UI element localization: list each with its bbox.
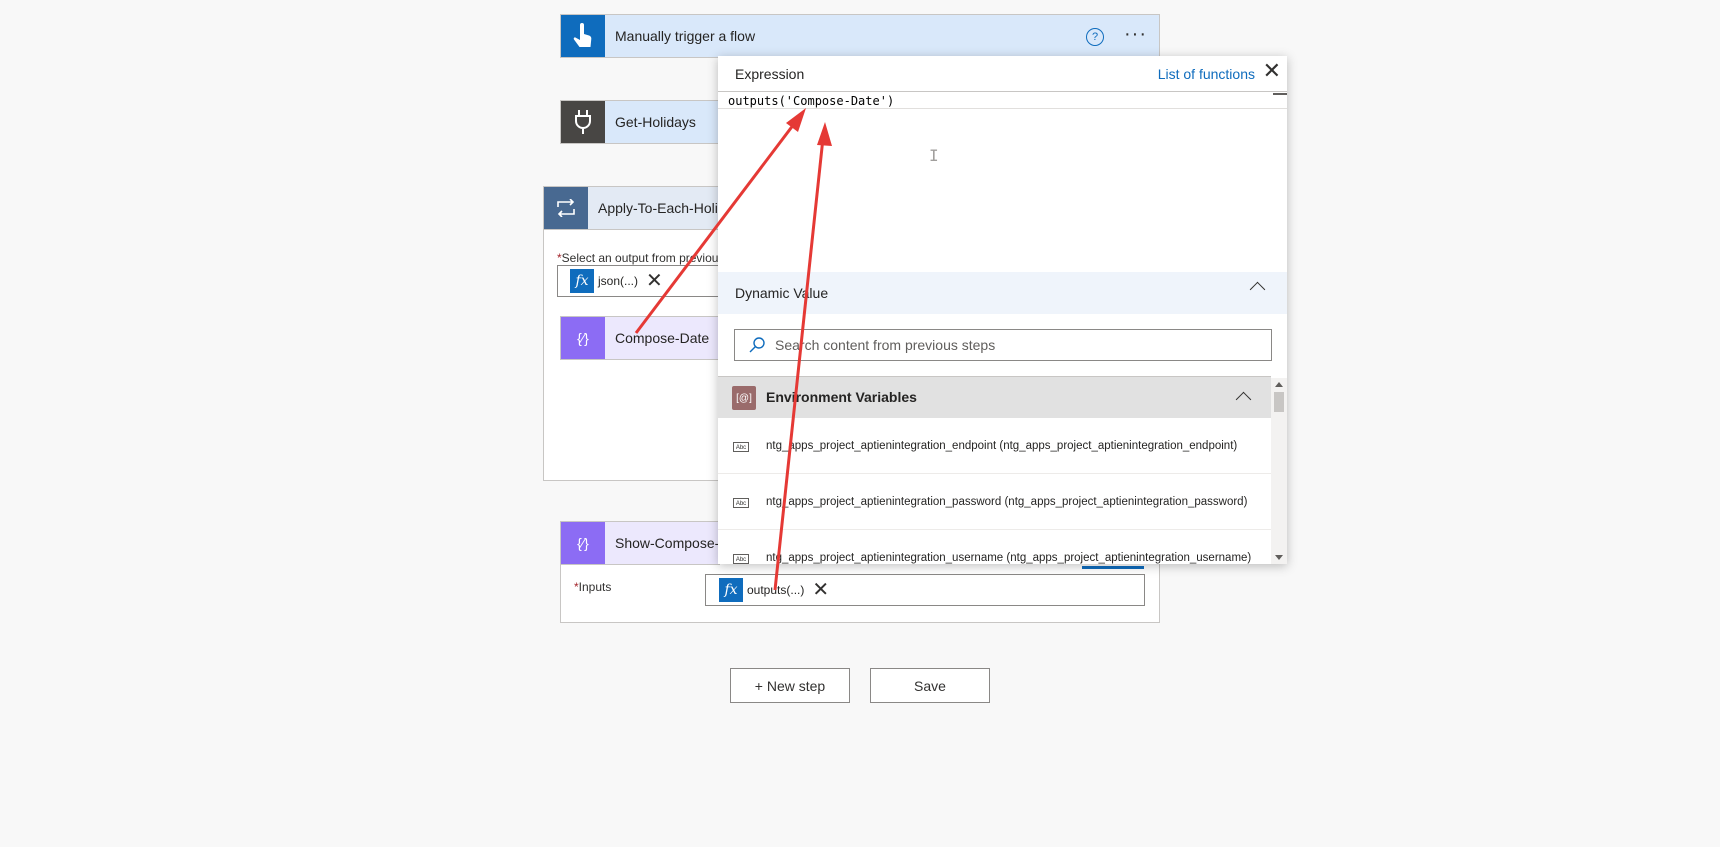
help-icon[interactable]: ? (1086, 28, 1104, 46)
apply-to-each-title: Apply-To-Each-Holi (598, 200, 718, 216)
dynamic-value-header[interactable]: Dynamic Value (718, 272, 1287, 314)
compose-date-card-header[interactable]: {⁄} Compose-Date (560, 316, 720, 360)
environment-variables-title: Environment Variables (766, 389, 917, 405)
search-icon (749, 337, 765, 353)
remove-token-icon[interactable]: ✕ (646, 271, 663, 291)
search-placeholder: Search content from previous steps (775, 337, 996, 353)
get-holidays-title: Get-Holidays (615, 114, 696, 130)
list-item[interactable]: Abc ntg_apps_project_aptienintegration_p… (718, 474, 1271, 530)
show-compose-title: Show-Compose- (615, 535, 720, 551)
touch-icon (561, 15, 605, 57)
new-step-button[interactable]: + New step (730, 668, 850, 703)
text-type-icon: Abc (733, 498, 749, 508)
dynamic-value-title: Dynamic Value (735, 285, 829, 301)
remove-token-icon[interactable]: ✕ (812, 580, 829, 600)
outputs-token[interactable]: fx outputs(...) ✕ (719, 578, 829, 602)
get-holidays-card-header[interactable]: Get-Holidays (560, 100, 720, 144)
chevron-up-icon[interactable] (1235, 391, 1252, 408)
list-of-functions-link[interactable]: List of functions (1158, 66, 1255, 82)
apply-to-each-field-label: *Select an output from previou (557, 251, 719, 265)
fx-icon: fx (719, 578, 743, 602)
trigger-card-header[interactable]: Manually trigger a flow ? ··· (560, 14, 1160, 58)
text-type-icon: Abc (733, 554, 749, 564)
compose-icon: {⁄} (561, 317, 605, 359)
trigger-title: Manually trigger a flow (615, 28, 756, 44)
scroll-down-icon[interactable] (1275, 555, 1283, 560)
apply-to-each-card-header[interactable]: Apply-To-Each-Holi (543, 186, 723, 230)
apply-to-each-input[interactable]: fx json(...) ✕ (557, 265, 723, 297)
inputs-field[interactable]: fx outputs(...) ✕ (705, 574, 1145, 606)
json-token[interactable]: fx json(...) ✕ (570, 269, 663, 293)
environment-variable-icon: [@] (732, 386, 756, 410)
fx-icon: fx (570, 269, 594, 293)
close-icon[interactable]: ✕ (1263, 60, 1281, 82)
expression-input[interactable]: outputs('Compose-Date') (728, 94, 894, 108)
environment-variables-header[interactable]: [@] Environment Variables (718, 376, 1271, 418)
text-type-icon: Abc (733, 442, 749, 452)
more-options-icon[interactable]: ··· (1124, 23, 1147, 46)
text-cursor-icon: I (929, 146, 939, 165)
scroll-thumb[interactable] (1274, 392, 1284, 412)
scroll-indicator (1273, 93, 1287, 95)
loop-icon (544, 187, 588, 229)
plug-icon (561, 101, 605, 143)
show-compose-card-header[interactable]: {⁄} Show-Compose- (560, 521, 720, 565)
compose-date-title: Compose-Date (615, 330, 710, 346)
compose-icon: {⁄} (561, 522, 605, 564)
scrollbar[interactable] (1271, 378, 1287, 564)
save-button[interactable]: Save (870, 668, 990, 703)
search-input[interactable]: Search content from previous steps (734, 329, 1272, 361)
list-item[interactable]: Abc ntg_apps_project_aptienintegration_e… (718, 418, 1271, 474)
chevron-up-icon[interactable] (1249, 281, 1266, 298)
expression-panel: Expression List of functions ✕ outputs('… (718, 56, 1287, 564)
expression-tab[interactable]: Expression (735, 66, 804, 82)
inputs-label: *Inputs (574, 580, 612, 594)
scroll-up-icon[interactable] (1275, 382, 1283, 387)
divider (718, 108, 1287, 109)
list-item[interactable]: Abc ntg_apps_project_aptienintegration_u… (718, 530, 1271, 564)
divider (718, 91, 1287, 92)
focus-underline (1082, 566, 1144, 569)
